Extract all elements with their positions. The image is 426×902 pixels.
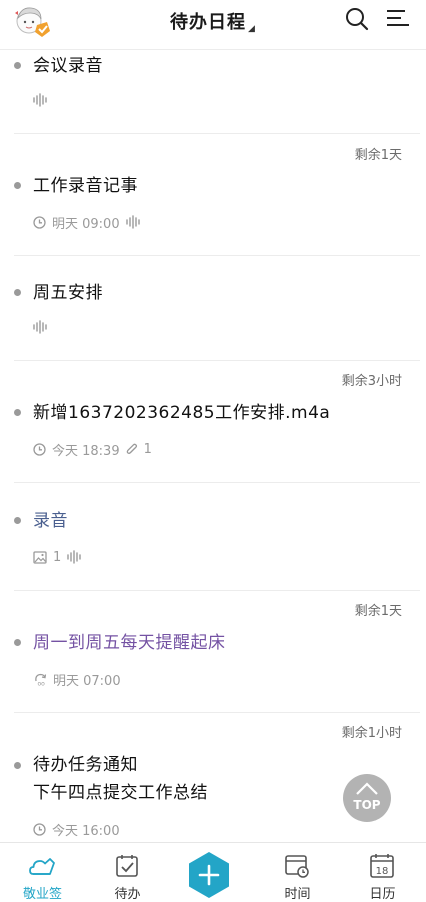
search-icon	[346, 8, 369, 31]
audio-wave-icon	[33, 320, 47, 334]
item-title: 会议录音	[33, 56, 103, 76]
svg-text:oo: oo	[38, 681, 46, 687]
item-title: 周五安排	[33, 283, 103, 303]
item-meta	[33, 92, 47, 108]
menu-icon	[387, 10, 409, 26]
bullet-dot	[14, 289, 21, 296]
item-title: 待办任务通知	[33, 755, 138, 775]
item-meta: oo 明天 07:00	[33, 671, 121, 689]
search-button[interactable]	[344, 6, 370, 32]
tab-time[interactable]: 时间	[255, 843, 340, 902]
time-calendar-icon	[285, 855, 309, 878]
reminder-time: 明天 07:00	[53, 673, 121, 689]
attachment-count: 1	[143, 441, 152, 457]
tab-label: 待办	[114, 887, 141, 902]
tab-label: 时间	[284, 887, 311, 902]
item-meta: 今天 18:39 1	[33, 441, 152, 459]
scroll-to-top-button[interactable]: TOP	[343, 774, 391, 822]
remaining-time-label: 剩余1天	[354, 604, 402, 619]
tab-label: 敬业签	[22, 887, 62, 902]
tab-label: 日历	[369, 887, 396, 902]
audio-wave-icon	[67, 550, 81, 564]
add-button[interactable]	[187, 851, 231, 899]
cloud-note-icon	[29, 858, 55, 875]
reminder-time: 明天 09:00	[52, 216, 120, 232]
audio-wave-icon	[33, 93, 47, 107]
bullet-dot	[14, 762, 21, 769]
image-icon	[33, 550, 47, 564]
divider	[14, 712, 420, 713]
repeat-icon: oo	[35, 673, 47, 687]
tab-todo[interactable]: 待办	[85, 843, 170, 902]
divider	[14, 255, 420, 256]
clock-icon	[33, 442, 46, 456]
divider	[14, 590, 420, 591]
list-item[interactable]: 周五安排	[14, 277, 420, 360]
tab-calendar[interactable]: 18 日历	[340, 843, 425, 902]
add-icon	[189, 852, 229, 898]
list-item[interactable]: 新增1637202362485工作安排.m4a 今天 18:39 1	[14, 395, 420, 482]
reminder-time: 今天 18:39	[52, 443, 120, 459]
item-meta	[33, 319, 47, 335]
bullet-dot	[14, 517, 21, 524]
todo-list: 会议录音 剩余1天 工作录音记事 明天 09:00 周五安排 剩余3小时 新增1…	[0, 50, 426, 842]
remaining-time-label: 剩余1天	[354, 148, 402, 163]
item-title-line2: 下午四点提交工作总结	[33, 783, 208, 803]
reminder-time: 今天 16:00	[52, 823, 120, 839]
remaining-time-label: 剩余3小时	[341, 374, 402, 389]
list-item[interactable]: 周一到周五每天提醒起床 oo 明天 07:00	[14, 627, 420, 712]
audio-wave-icon	[125, 215, 140, 229]
item-title: 周一到周五每天提醒起床	[33, 633, 226, 653]
bullet-dot	[14, 62, 21, 69]
item-title: 录音	[33, 511, 68, 531]
divider	[14, 133, 420, 134]
item-title: 新增1637202362485工作安排.m4a	[33, 403, 331, 423]
list-item[interactable]: 录音 1	[14, 505, 420, 588]
menu-button[interactable]	[385, 6, 411, 32]
bullet-dot	[14, 639, 21, 646]
attachment-count: 1	[53, 549, 62, 565]
tab-jingyeqian[interactable]: 敬业签	[0, 843, 85, 902]
bullet-dot	[14, 182, 21, 189]
page-title-text: 待办日程	[170, 12, 247, 33]
clock-icon	[33, 822, 46, 836]
bullet-dot	[14, 409, 21, 416]
divider	[14, 360, 420, 361]
clock-icon	[33, 215, 46, 229]
top-label: TOP	[353, 798, 381, 812]
item-title: 工作录音记事	[33, 176, 138, 196]
todo-check-icon	[116, 855, 138, 877]
list-item[interactable]: 工作录音记事 明天 09:00	[14, 168, 420, 255]
app-header: 待办日程 ◢	[0, 0, 426, 50]
chevron-up-icon	[356, 782, 378, 795]
calendar-day-number: 18	[376, 866, 389, 877]
divider	[14, 482, 420, 483]
list-item[interactable]: 会议录音	[14, 50, 420, 133]
item-meta: 今天 16:00	[33, 821, 120, 839]
calendar-18-icon: 18	[370, 854, 394, 878]
dropdown-caret-icon: ◢	[248, 24, 256, 34]
remaining-time-label: 剩余1小时	[341, 726, 402, 741]
item-meta: 1	[33, 549, 81, 565]
item-meta: 明天 09:00	[33, 214, 140, 232]
paperclip-icon	[126, 443, 137, 454]
